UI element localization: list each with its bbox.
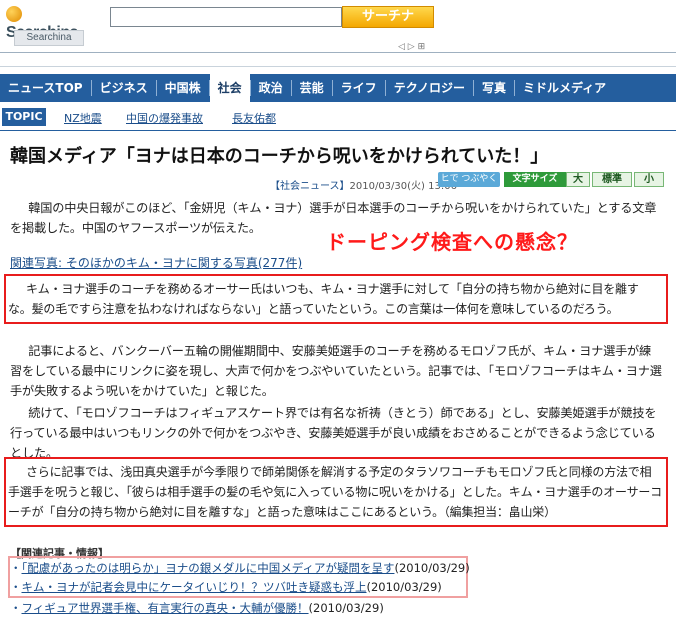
font-size-normal-button[interactable]: 標準: [592, 172, 632, 187]
related-photo-link[interactable]: 関連写真: そのほかのキム・ヨナに関する写真(277件): [10, 254, 302, 271]
nav-item[interactable]: 社会: [209, 74, 250, 102]
nav-item[interactable]: ライフ: [333, 74, 385, 102]
top-header: Searchina Searchina サーチナ ◁ ▷ ⊞: [0, 0, 676, 52]
related-item: ・「配慮があったのは明らか」ヨナの銀メダルに中国メディアが疑問を呈す(2010/…: [10, 561, 470, 575]
topic-link-china-explosion[interactable]: 中国の爆発事故: [126, 110, 203, 126]
related-date: (2010/03/29): [366, 580, 442, 594]
nav-item[interactable]: ビジネス: [92, 74, 156, 102]
article-meta: 【社会ニュース】2010/03/30(火) 13:06: [270, 177, 457, 192]
related-link[interactable]: キム・ヨナが記者会見中にケータイいじり！？ツバ吐き疑惑も浮上: [22, 580, 367, 594]
topic-link-nz-earthquake[interactable]: NZ地震: [64, 110, 102, 126]
related-date: (2010/03/29): [308, 601, 384, 615]
related-item: ・キム・ヨナが記者会見中にケータイいじり！？ツバ吐き疑惑も浮上(2010/03/…: [10, 580, 442, 594]
topic-label: TOPIC: [2, 108, 46, 126]
nav-item[interactable]: ニュースTOP: [0, 74, 91, 102]
category-nav: ニュースTOP ビジネス 中国株 社会 政治 芸能 ライフ テクノロジー 写真 ミドルメディア: [0, 74, 676, 102]
font-resize-arrows-icon[interactable]: ◁ ▷ ⊞: [398, 42, 425, 52]
search-button[interactable]: サーチナ: [342, 6, 434, 28]
topic-link-nagatomo[interactable]: 長友佑都: [232, 110, 276, 126]
nav-item[interactable]: テクノロジー: [386, 74, 473, 102]
nav-item[interactable]: 政治: [251, 74, 291, 102]
overlay-caption: ドーピング検査への懸念？: [326, 230, 578, 254]
nav-item[interactable]: 中国株: [157, 74, 209, 102]
font-size-large-button[interactable]: 大: [566, 172, 590, 187]
divider: [0, 52, 676, 53]
nav-item[interactable]: 写真: [474, 74, 514, 102]
topic-divider: [0, 130, 676, 131]
paragraph-3: 記事によると、バンクーバー五輪の開催期間中、安藤美姫選手のコーチを務めるモロゾフ…: [10, 344, 662, 398]
font-size-label: 文字サイズ: [504, 172, 566, 187]
tweet-button[interactable]: ヒで つぶやく: [438, 172, 500, 187]
paragraph-4: 続けて、「モロゾフコーチはフィギュアスケート界では有名な祈祷（きとう）師である」…: [10, 406, 657, 460]
topic-bar: TOPIC NZ地震 中国の爆発事故 長友佑都: [0, 106, 676, 130]
logo-mark-icon: [6, 6, 22, 22]
related-item: ・フィギュア世界選手権、有言実行の真央・大輔が優勝！(2010/03/29): [10, 601, 384, 615]
article-title: 韓国メディア「ヨナは日本のコーチから呪いをかけられていた！」: [10, 146, 549, 167]
search-input[interactable]: [110, 7, 342, 27]
font-size-small-button[interactable]: 小: [634, 172, 664, 187]
logo-sub-tab[interactable]: Searchina: [14, 30, 84, 46]
related-link[interactable]: 「配慮があったのは明らか」ヨナの銀メダルに中国メディアが疑問を呈す: [22, 561, 395, 575]
divider: [0, 66, 676, 67]
related-date: (2010/03/29): [394, 561, 470, 575]
nav-item[interactable]: ミドルメディア: [515, 74, 614, 102]
paragraph-2: キム・ヨナ選手のコーチを務めるオーサー氏はいつも、キム・ヨナ選手に対して「自分の…: [8, 282, 639, 316]
meta-category[interactable]: 【社会ニュース】: [270, 181, 350, 192]
nav-item[interactable]: 芸能: [292, 74, 332, 102]
paragraph-5: さらに記事では、浅田真央選手が今季限りで師弟関係を解消する予定のタラソワコーチも…: [8, 465, 662, 519]
searchina-logo[interactable]: Searchina Searchina: [6, 6, 84, 48]
related-link[interactable]: フィギュア世界選手権、有言実行の真央・大輔が優勝！: [22, 601, 309, 615]
